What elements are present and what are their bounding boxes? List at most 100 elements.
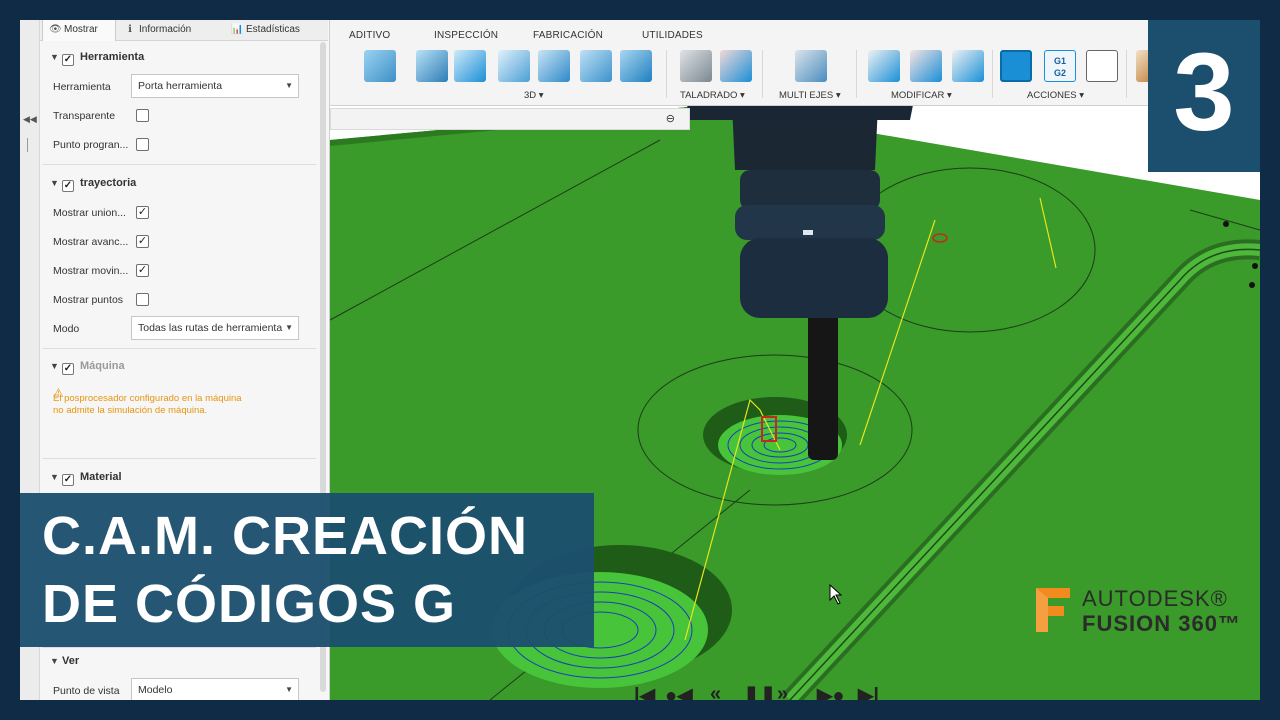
ribbon-divider	[666, 50, 667, 98]
expand-icon[interactable]: ▼	[50, 178, 62, 188]
previous-point-button[interactable]: ●◀	[665, 683, 692, 700]
hole-recognition-icon[interactable]	[720, 50, 752, 82]
warning-line-1: El posprocesador configurado en la máqui…	[53, 393, 242, 404]
3d-pocket-icon[interactable]	[416, 50, 448, 82]
eye-icon: 👁	[49, 24, 62, 35]
3d-contour-icon[interactable]	[498, 50, 530, 82]
section-maquina[interactable]: ▼ ✓ Máquina	[50, 360, 125, 375]
tab-fabricacion[interactable]: FABRICACIÓN	[533, 30, 603, 41]
post-process-g1g2-icon[interactable]: G1 G2	[1044, 50, 1076, 82]
punto-vista-select[interactable]: Modelo ▼	[131, 678, 299, 700]
punto-vista-label: Punto de vista	[53, 685, 120, 697]
chevron-down-icon: ▼	[285, 323, 293, 332]
3d-ramp-icon[interactable]	[538, 50, 570, 82]
expand-icon[interactable]: ▼	[50, 472, 62, 482]
multiaxis-icon[interactable]	[795, 50, 827, 82]
chevron-down-icon: ▼	[285, 81, 293, 90]
tab-aditivo[interactable]: ADITIVO	[349, 30, 390, 41]
drill-icon[interactable]	[680, 50, 712, 82]
tool-select-value: Porta herramienta	[138, 80, 223, 92]
tab-estadisticas-label: Estadísticas	[246, 24, 300, 35]
tab-informacion[interactable]: ℹ Información	[118, 20, 224, 41]
tab-mostrar[interactable]: 👁 Mostrar	[42, 20, 116, 41]
episode-badge: 3	[1148, 20, 1260, 172]
delete-toolpath-icon[interactable]	[910, 50, 942, 82]
group-3d[interactable]: 3D ▾	[524, 90, 544, 101]
tab-inspeccion[interactable]: INSPECCIÓN	[434, 30, 498, 41]
section-title: Máquina	[80, 360, 125, 372]
rewind-button[interactable]: «	[710, 683, 721, 700]
expand-icon[interactable]: ▼	[50, 361, 62, 371]
section-title: Ver	[62, 655, 80, 667]
generate-icon[interactable]	[952, 50, 984, 82]
mostrar-puntos-checkbox[interactable]	[136, 293, 149, 306]
mostrar-union-label: Mostrar union...	[53, 207, 126, 219]
3d-spiral-icon[interactable]	[620, 50, 652, 82]
forward-button[interactable]: »	[777, 683, 788, 700]
gutter-divider	[27, 138, 28, 152]
tab-informacion-label: Información	[139, 24, 192, 35]
tool-label: Herramienta	[53, 81, 111, 93]
punto-label: Punto progran...	[53, 139, 129, 151]
info-icon: ℹ	[128, 24, 132, 35]
group-modificar[interactable]: MODIFICAR ▾	[891, 90, 952, 101]
tool-select[interactable]: Porta herramienta ▼	[131, 74, 299, 98]
collapse-arrows-icon[interactable]: ◀◀	[23, 114, 37, 125]
title-line-1: C.A.M. CREACIÓN	[42, 506, 528, 566]
section-checkbox[interactable]: ✓	[62, 363, 74, 375]
tab-estadisticas[interactable]: 📊 Estadísticas	[225, 20, 325, 41]
collapse-icon[interactable]: ⊖	[666, 112, 675, 125]
transparent-label: Transparente	[53, 110, 116, 122]
3d-adaptive-icon[interactable]	[364, 50, 396, 82]
setup-sheet-icon[interactable]	[1086, 50, 1118, 82]
pause-button[interactable]: ❚❚	[743, 683, 777, 700]
section-material[interactable]: ▼ ✓ Material	[50, 471, 122, 486]
next-point-button[interactable]: ▶●	[817, 683, 844, 700]
punto-checkbox[interactable]	[136, 138, 149, 151]
logo-fusion: FUSION 360™	[1082, 611, 1241, 636]
ribbon-divider	[1126, 50, 1127, 98]
mostrar-movin-checkbox[interactable]: ✓	[136, 264, 149, 277]
punto-vista-value: Modelo	[138, 684, 173, 696]
episode-number: 3	[1173, 31, 1235, 154]
section-divider	[42, 164, 316, 165]
mostrar-movin-label: Mostrar movin...	[53, 265, 129, 277]
expand-icon[interactable]: ▼	[50, 656, 62, 666]
ribbon-divider	[762, 50, 763, 98]
3d-scallop-icon[interactable]	[580, 50, 612, 82]
section-checkbox[interactable]: ✓	[62, 54, 74, 66]
section-title: Material	[80, 471, 122, 483]
ribbon-divider	[992, 50, 993, 98]
group-acciones[interactable]: ACCIONES ▾	[1027, 90, 1084, 101]
chevron-down-icon: ▼	[285, 685, 293, 694]
cut-icon[interactable]	[868, 50, 900, 82]
group-multi-ejes[interactable]: MULTI EJES ▾	[779, 90, 841, 101]
mostrar-avance-label: Mostrar avanc...	[53, 236, 129, 248]
mostrar-puntos-label: Mostrar puntos	[53, 294, 124, 306]
section-ver[interactable]: ▼ Ver	[50, 655, 79, 667]
expand-icon[interactable]: ▼	[50, 52, 62, 62]
transparent-checkbox[interactable]	[136, 109, 149, 122]
browser-strip[interactable]: ⊖	[330, 108, 690, 130]
section-checkbox[interactable]: ✓	[62, 180, 74, 192]
3d-parallel-icon[interactable]	[454, 50, 486, 82]
tab-utilidades[interactable]: UTILIDADES	[642, 30, 703, 41]
group-taladrado[interactable]: TALADRADO ▾	[680, 90, 745, 101]
tab-mostrar-label: Mostrar	[64, 24, 98, 35]
stats-icon: 📊	[231, 24, 244, 35]
mostrar-avance-checkbox[interactable]: ✓	[136, 235, 149, 248]
modo-label: Modo	[53, 323, 80, 335]
section-checkbox[interactable]: ✓	[62, 474, 74, 486]
mostrar-union-checkbox[interactable]: ✓	[136, 206, 149, 219]
go-to-start-button[interactable]: |◀	[634, 683, 655, 700]
modo-select[interactable]: Todas las rutas de herramienta ▼	[131, 316, 299, 340]
logo-autodesk: AUTODESK®	[1082, 586, 1228, 611]
simulate-icon[interactable]	[1000, 50, 1032, 82]
title-line-2: DE CÓDIGOS G	[42, 574, 457, 634]
ribbon-divider	[856, 50, 857, 98]
section-title: trayectoria	[80, 177, 137, 189]
section-herramienta[interactable]: ▼ ✓ Herramienta	[50, 51, 144, 66]
section-divider	[42, 458, 316, 459]
go-to-end-button[interactable]: ▶|	[858, 683, 879, 700]
section-trayectoria[interactable]: ▼ ✓ trayectoria	[50, 177, 136, 192]
